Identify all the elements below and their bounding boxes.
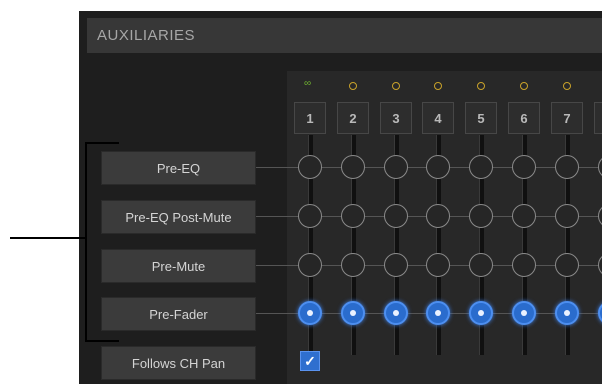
pre-eq-post-mute-node[interactable] [512,204,536,228]
follows-ch-pan-button[interactable]: Follows CH Pan [101,346,256,380]
pre-eq-node[interactable] [426,155,450,179]
pre-mute-node[interactable] [555,253,579,277]
mono-ring-icon [392,82,400,90]
pre-fader-node[interactable] [298,301,322,325]
auxiliaries-panel: AUXILIARIES ∞ 1 2 3 4 5 6 7 Pre-EQ Pre-EQ Post-… [79,11,602,384]
pre-fader-node[interactable] [555,301,579,325]
channel-button[interactable]: 2 [337,102,369,134]
pre-fader-node[interactable] [469,301,493,325]
mono-ring-icon [520,82,528,90]
pre-mute-node[interactable] [512,253,536,277]
channel-button[interactable]: 5 [465,102,497,134]
mono-ring-icon [477,82,485,90]
pre-eq-post-mute-node[interactable] [555,204,579,228]
stereo-link-icon: ∞ [304,78,312,89]
pre-eq-node[interactable] [341,155,365,179]
pre-mute-node[interactable] [384,253,408,277]
checkmark-icon: ✓ [304,352,316,369]
pre-eq-post-mute-node[interactable] [426,204,450,228]
mono-ring-icon [434,82,442,90]
channel-button[interactable]: 3 [380,102,412,134]
callout-bracket [85,142,87,342]
pre-fader-node[interactable] [512,301,536,325]
pre-eq-node[interactable] [384,155,408,179]
pre-eq-node[interactable] [469,155,493,179]
follows-pan-checkbox[interactable]: ✓ [300,351,320,371]
pre-eq-post-mute-node[interactable] [341,204,365,228]
pre-eq-node[interactable] [512,155,536,179]
pre-fader-button[interactable]: Pre-Fader [101,297,256,331]
pre-eq-post-mute-node[interactable] [384,204,408,228]
channel-button[interactable]: 4 [422,102,454,134]
pre-fader-node[interactable] [426,301,450,325]
panel-title: AUXILIARIES [97,27,196,44]
pre-mute-button[interactable]: Pre-Mute [101,249,256,283]
pre-mute-node[interactable] [298,253,322,277]
pre-fader-node[interactable] [341,301,365,325]
pre-eq-button[interactable]: Pre-EQ [101,151,256,185]
pre-fader-node[interactable] [384,301,408,325]
mono-ring-icon [563,82,571,90]
pre-eq-post-mute-button[interactable]: Pre-EQ Post-Mute [101,200,256,234]
callout-bracket-top [85,142,119,144]
channel-button[interactable] [594,102,602,134]
mono-ring-icon [349,82,357,90]
channel-button[interactable]: 7 [551,102,583,134]
panel-header: AUXILIARIES [87,18,602,53]
channel-button[interactable]: 6 [508,102,540,134]
pre-eq-post-mute-node[interactable] [469,204,493,228]
pre-eq-post-mute-node[interactable] [298,204,322,228]
callout-bracket-bottom [85,340,119,342]
pre-eq-node[interactable] [298,155,322,179]
pre-mute-node[interactable] [426,253,450,277]
channel-button[interactable]: 1 [294,102,326,134]
pre-mute-node[interactable] [469,253,493,277]
callout-line [10,237,86,239]
pre-eq-node[interactable] [555,155,579,179]
pre-mute-node[interactable] [341,253,365,277]
